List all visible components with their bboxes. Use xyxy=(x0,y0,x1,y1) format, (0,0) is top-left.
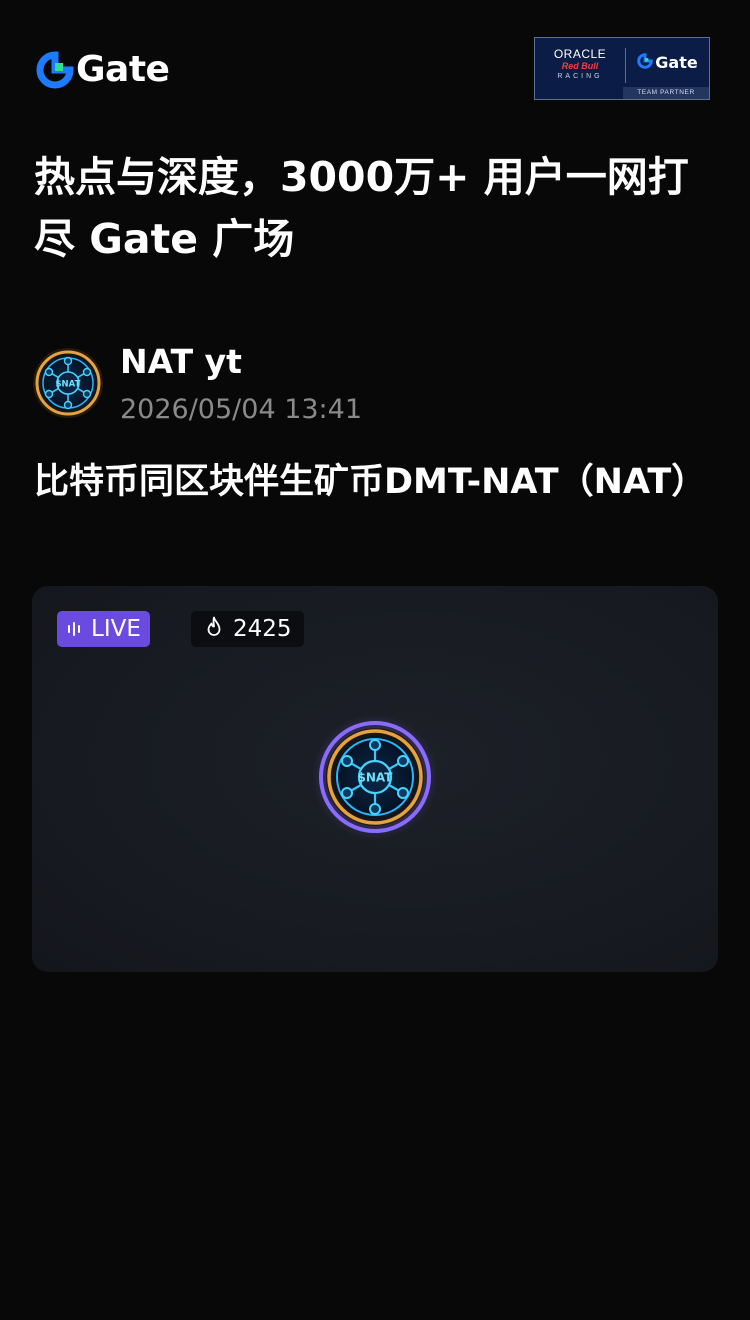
streamer-token-label: $NAT xyxy=(358,771,394,785)
author-avatar[interactable]: $NAT xyxy=(33,348,103,418)
badge-racing-text: RACING xyxy=(557,73,603,80)
gate-logo-icon xyxy=(36,51,74,89)
streamer-avatar[interactable]: $NAT xyxy=(312,714,438,840)
gate-logo[interactable]: Gate xyxy=(36,49,170,90)
logo-text: Gate xyxy=(76,49,170,90)
promo-headline: 热点与深度，3000万+ 用户一网打尽 Gate 广场 xyxy=(34,153,689,263)
team-partner-badge: ORACLE Red Bull RACING Gate TEAM PARTNER xyxy=(534,37,710,100)
viewer-count-badge: 2425 xyxy=(191,611,304,647)
post-title[interactable]: 比特币同区块伴生矿币DMT-NAT（NAT） xyxy=(34,452,724,512)
badge-footer-text: TEAM PARTNER xyxy=(623,87,709,99)
badge-redbull-text: Red Bull xyxy=(561,61,599,71)
author-name[interactable]: NAT yt xyxy=(120,340,242,384)
page: Gate ORACLE Red Bull RACING Gate TEAM PA… xyxy=(0,0,750,1320)
badge-oracle-text: ORACLE xyxy=(553,47,607,61)
viewer-count: 2425 xyxy=(233,616,292,642)
avatar-token-label: $NAT xyxy=(56,380,81,390)
audio-bars-icon xyxy=(68,622,83,636)
post-timestamp: 2026/05/04 13:41 xyxy=(120,394,363,425)
live-badge: LIVE xyxy=(57,611,150,647)
badge-gate-text: Gate xyxy=(655,53,698,72)
flame-icon xyxy=(205,616,223,642)
live-label: LIVE xyxy=(91,616,141,642)
badge-gate-icon xyxy=(637,52,654,73)
live-stream-card[interactable]: LIVE 2425 $NAT xyxy=(32,586,718,972)
